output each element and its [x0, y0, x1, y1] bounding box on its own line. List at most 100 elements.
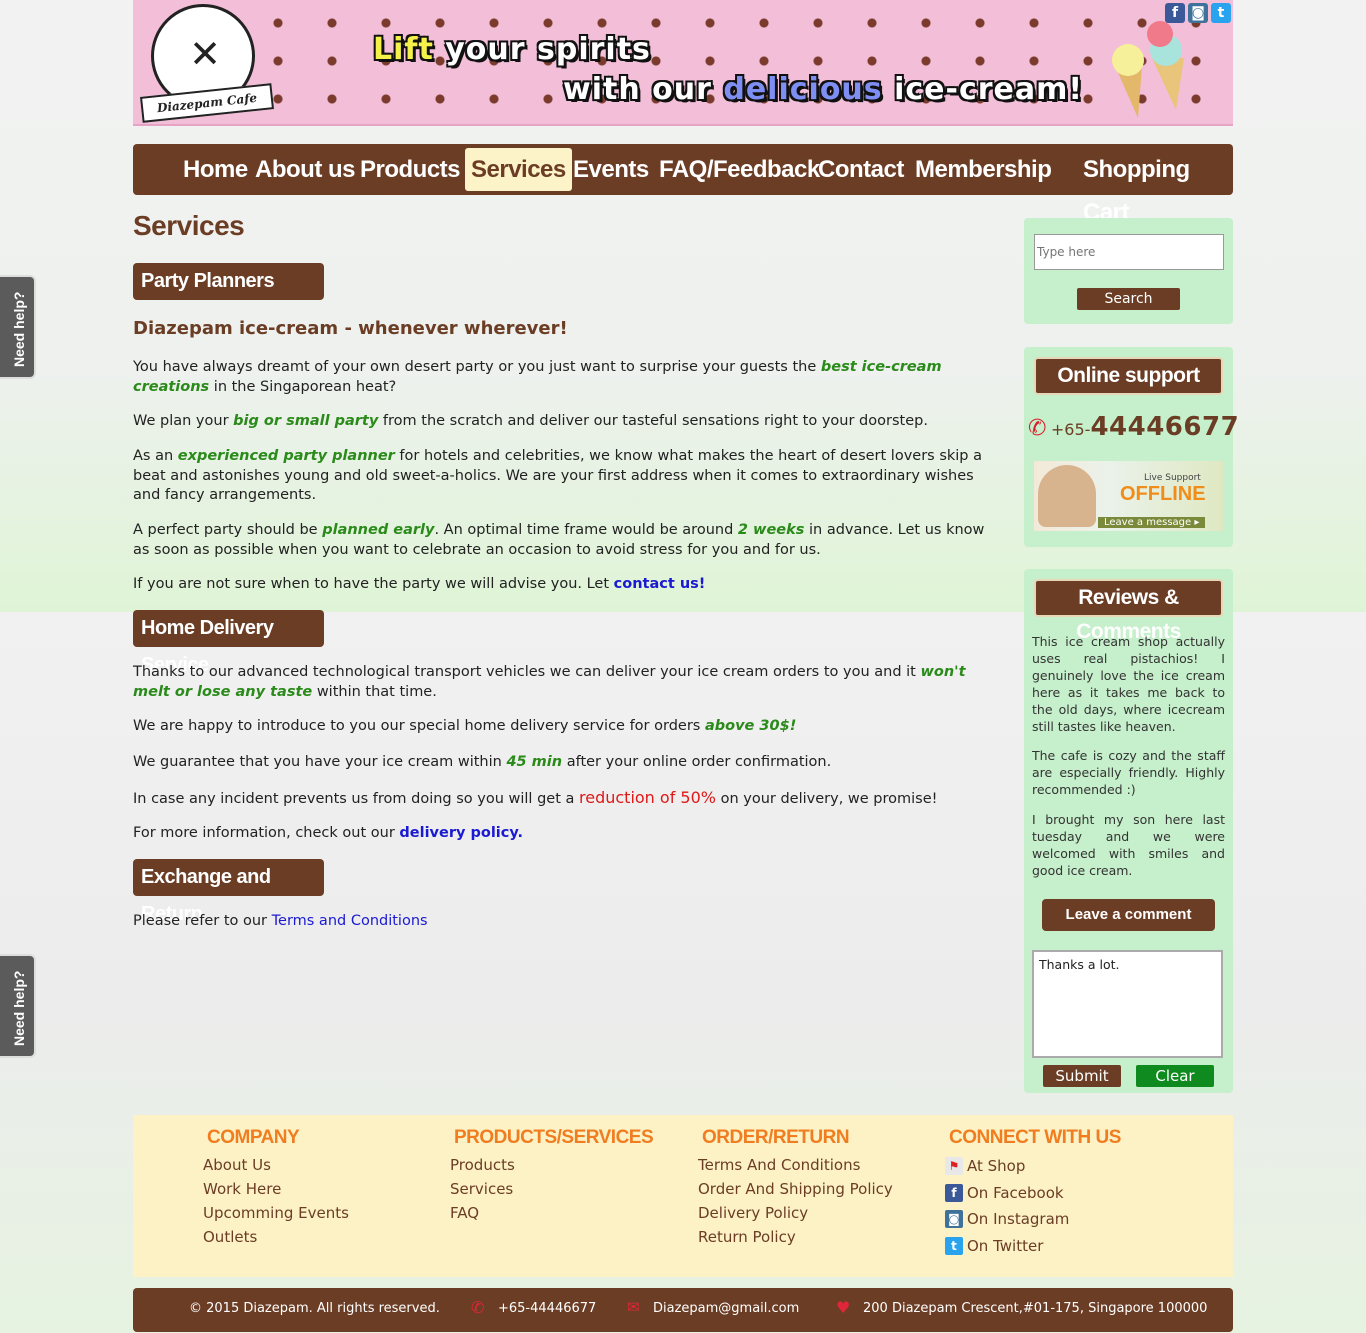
review-2: The cafe is cozy and the staff are espec…: [1032, 748, 1225, 797]
footer-connect: CONNECT WITH US ⚑ At Shop f On Facebook ◙ O…: [945, 1127, 1121, 1259]
nav-contact[interactable]: Contact: [818, 148, 904, 191]
text: after your online order confirmation.: [562, 754, 832, 770]
header-social: f ◙ t: [1165, 3, 1231, 23]
text: As an: [133, 448, 178, 464]
copyright: © 2015 Diazepam. All rights reserved.: [189, 1301, 440, 1316]
clear-button[interactable]: Clear: [1136, 1065, 1214, 1087]
slogan-highlight-2: delicious: [723, 72, 883, 107]
nav-services[interactable]: Services: [465, 148, 572, 191]
footer-link-delivery-policy[interactable]: Delivery Policy: [698, 1201, 893, 1225]
footer-link-terms[interactable]: Terms And Conditions: [698, 1153, 893, 1177]
facebook-icon[interactable]: f: [1165, 3, 1185, 23]
footer-link-faq[interactable]: FAQ: [450, 1201, 653, 1225]
need-help-tab-bottom[interactable]: Need help?: [0, 954, 36, 1058]
party-paragraph-4: A perfect party should be planned early.…: [133, 521, 1003, 560]
nav-membership[interactable]: Membership: [915, 148, 1052, 191]
delivery-paragraph-3: We guarantee that you have your ice crea…: [133, 753, 1003, 773]
footer-link-upcoming-events[interactable]: Upcomming Events: [203, 1201, 349, 1225]
footer-products-title: PRODUCTS/SERVICES: [454, 1127, 654, 1148]
delivery-policy-link[interactable]: delivery policy.: [399, 825, 523, 841]
footer-link-facebook[interactable]: f On Facebook: [945, 1180, 1121, 1207]
support-phone[interactable]: ✆ +65-44446677: [1028, 412, 1239, 442]
review-1: This ice cream shop actually uses real p…: [1032, 634, 1225, 734]
text: You have always dreamt of your own deser…: [133, 359, 821, 375]
page-title: Services: [133, 210, 245, 241]
search-button[interactable]: Search: [1077, 288, 1180, 310]
party-paragraph-2: We plan your big or small party from the…: [133, 412, 1003, 432]
footer-link-shipping-policy[interactable]: Order And Shipping Policy: [698, 1177, 893, 1201]
emphasis-red: reduction of 50%: [579, 788, 716, 807]
text: We are happy to introduce to you our spe…: [133, 718, 705, 734]
text: within that time.: [312, 683, 437, 700]
reviews-box: Reviews & Comments This ice cream shop a…: [1024, 569, 1233, 1093]
emphasis: 2 weeks: [737, 522, 805, 538]
slogan-line-1: Lift your spirits: [373, 32, 651, 67]
text: We guarantee that you have your ice crea…: [133, 754, 507, 770]
nav-shopping-cart[interactable]: Shopping Cart: [1083, 148, 1233, 226]
slogan-text-2a: with our: [563, 72, 712, 107]
slogan-line-2: with our delicious ice-cream!: [563, 72, 1083, 107]
submit-button[interactable]: Submit: [1043, 1065, 1121, 1087]
comment-textarea[interactable]: Thanks a lot.: [1032, 950, 1223, 1058]
nav-about-us[interactable]: About us: [255, 148, 355, 191]
emphasis: experienced party planner: [177, 448, 395, 464]
instagram-icon[interactable]: ◙: [1188, 3, 1208, 23]
text: If you are not sure when to have the par…: [133, 576, 614, 592]
footer-link-label: At Shop: [967, 1157, 1026, 1175]
online-support-box: Online support ✆ +65-44446677 Live Suppo…: [1024, 347, 1239, 547]
search-input[interactable]: [1034, 234, 1224, 270]
slogan-text-1: your spirits: [445, 32, 651, 67]
text: A perfect party should be: [133, 522, 323, 538]
need-help-label: Need help?: [11, 291, 27, 367]
need-help-label: Need help?: [11, 970, 27, 1046]
footer-link-twitter[interactable]: t On Twitter: [945, 1233, 1121, 1260]
nav-faq-feedback[interactable]: FAQ/Feedback: [659, 148, 820, 191]
logo-emblem-icon: ✕: [189, 32, 221, 76]
footer-link-outlets[interactable]: Outlets: [203, 1225, 349, 1249]
leave-comment-button[interactable]: Leave a comment: [1042, 899, 1215, 931]
footer-link-label: On Instagram: [967, 1210, 1070, 1228]
party-paragraph-5: If you are not sure when to have the par…: [133, 575, 1003, 595]
nav-home[interactable]: Home: [183, 148, 248, 191]
footer-link-work-here[interactable]: Work Here: [203, 1177, 349, 1201]
footer-link-services[interactable]: Services: [450, 1177, 653, 1201]
footer-link-at-shop[interactable]: ⚑ At Shop: [945, 1153, 1121, 1180]
ice-cream-cones-icon: [1112, 21, 1184, 118]
bottom-email[interactable]: Diazepam@gmail.com: [653, 1301, 799, 1316]
contact-us-link[interactable]: contact us!: [614, 576, 706, 592]
nav-products[interactable]: Products: [360, 148, 461, 191]
slogan-highlight-1: Lift: [373, 32, 434, 67]
emphasis: planned early: [322, 522, 435, 538]
logo[interactable]: ✕ Diazepam Cafe: [139, 4, 274, 123]
footer: COMPANY About Us Work Here Upcomming Eve…: [133, 1115, 1233, 1277]
search-box: Search: [1024, 218, 1233, 324]
reviews-title: Reviews & Comments: [1034, 579, 1223, 643]
phone-icon: ✆: [471, 1298, 485, 1317]
need-help-tab-top[interactable]: Need help?: [0, 275, 36, 379]
live-support-banner[interactable]: Live Support OFFLINE Leave a message ▸: [1034, 461, 1223, 531]
footer-link-instagram[interactable]: ◙ On Instagram: [945, 1206, 1121, 1233]
footer-link-return-policy[interactable]: Return Policy: [698, 1225, 893, 1249]
terms-link[interactable]: Terms and Conditions: [272, 913, 428, 929]
footer-link-products[interactable]: Products: [450, 1153, 653, 1177]
emphasis: 45 min: [506, 754, 563, 770]
delivery-paragraph-1: Thanks to our advanced technological tra…: [133, 663, 1003, 702]
footer-order-title: ORDER/RETURN: [702, 1127, 850, 1148]
footer-order: ORDER/RETURN Terms And Conditions Order …: [698, 1127, 893, 1249]
section-heading-home-delivery: Home Delivery Service: [133, 610, 324, 676]
party-paragraph-3: As an experienced party planner for hote…: [133, 447, 1003, 506]
header-banner: ✕ Diazepam Cafe Lift your spirits with o…: [133, 0, 1233, 126]
twitter-icon: t: [945, 1236, 963, 1255]
phone-icon: ✆: [1028, 416, 1047, 441]
support-status: OFFLINE: [1120, 483, 1206, 505]
support-agent-image: [1038, 465, 1096, 527]
section-heading-exchange-return: Exchange and Return: [133, 859, 324, 925]
bottom-bar: © 2015 Diazepam. All rights reserved. ✆ …: [133, 1288, 1233, 1332]
footer-company-title: COMPANY: [207, 1127, 300, 1148]
footer-link-about-us[interactable]: About Us: [203, 1153, 349, 1177]
nav-events[interactable]: Events: [573, 148, 649, 191]
twitter-icon[interactable]: t: [1211, 3, 1231, 23]
text: In case any incident prevents us from do…: [133, 791, 579, 807]
live-support-label: Live Support: [1144, 473, 1201, 483]
slogan-text-2b: ice-cream!: [894, 72, 1084, 107]
